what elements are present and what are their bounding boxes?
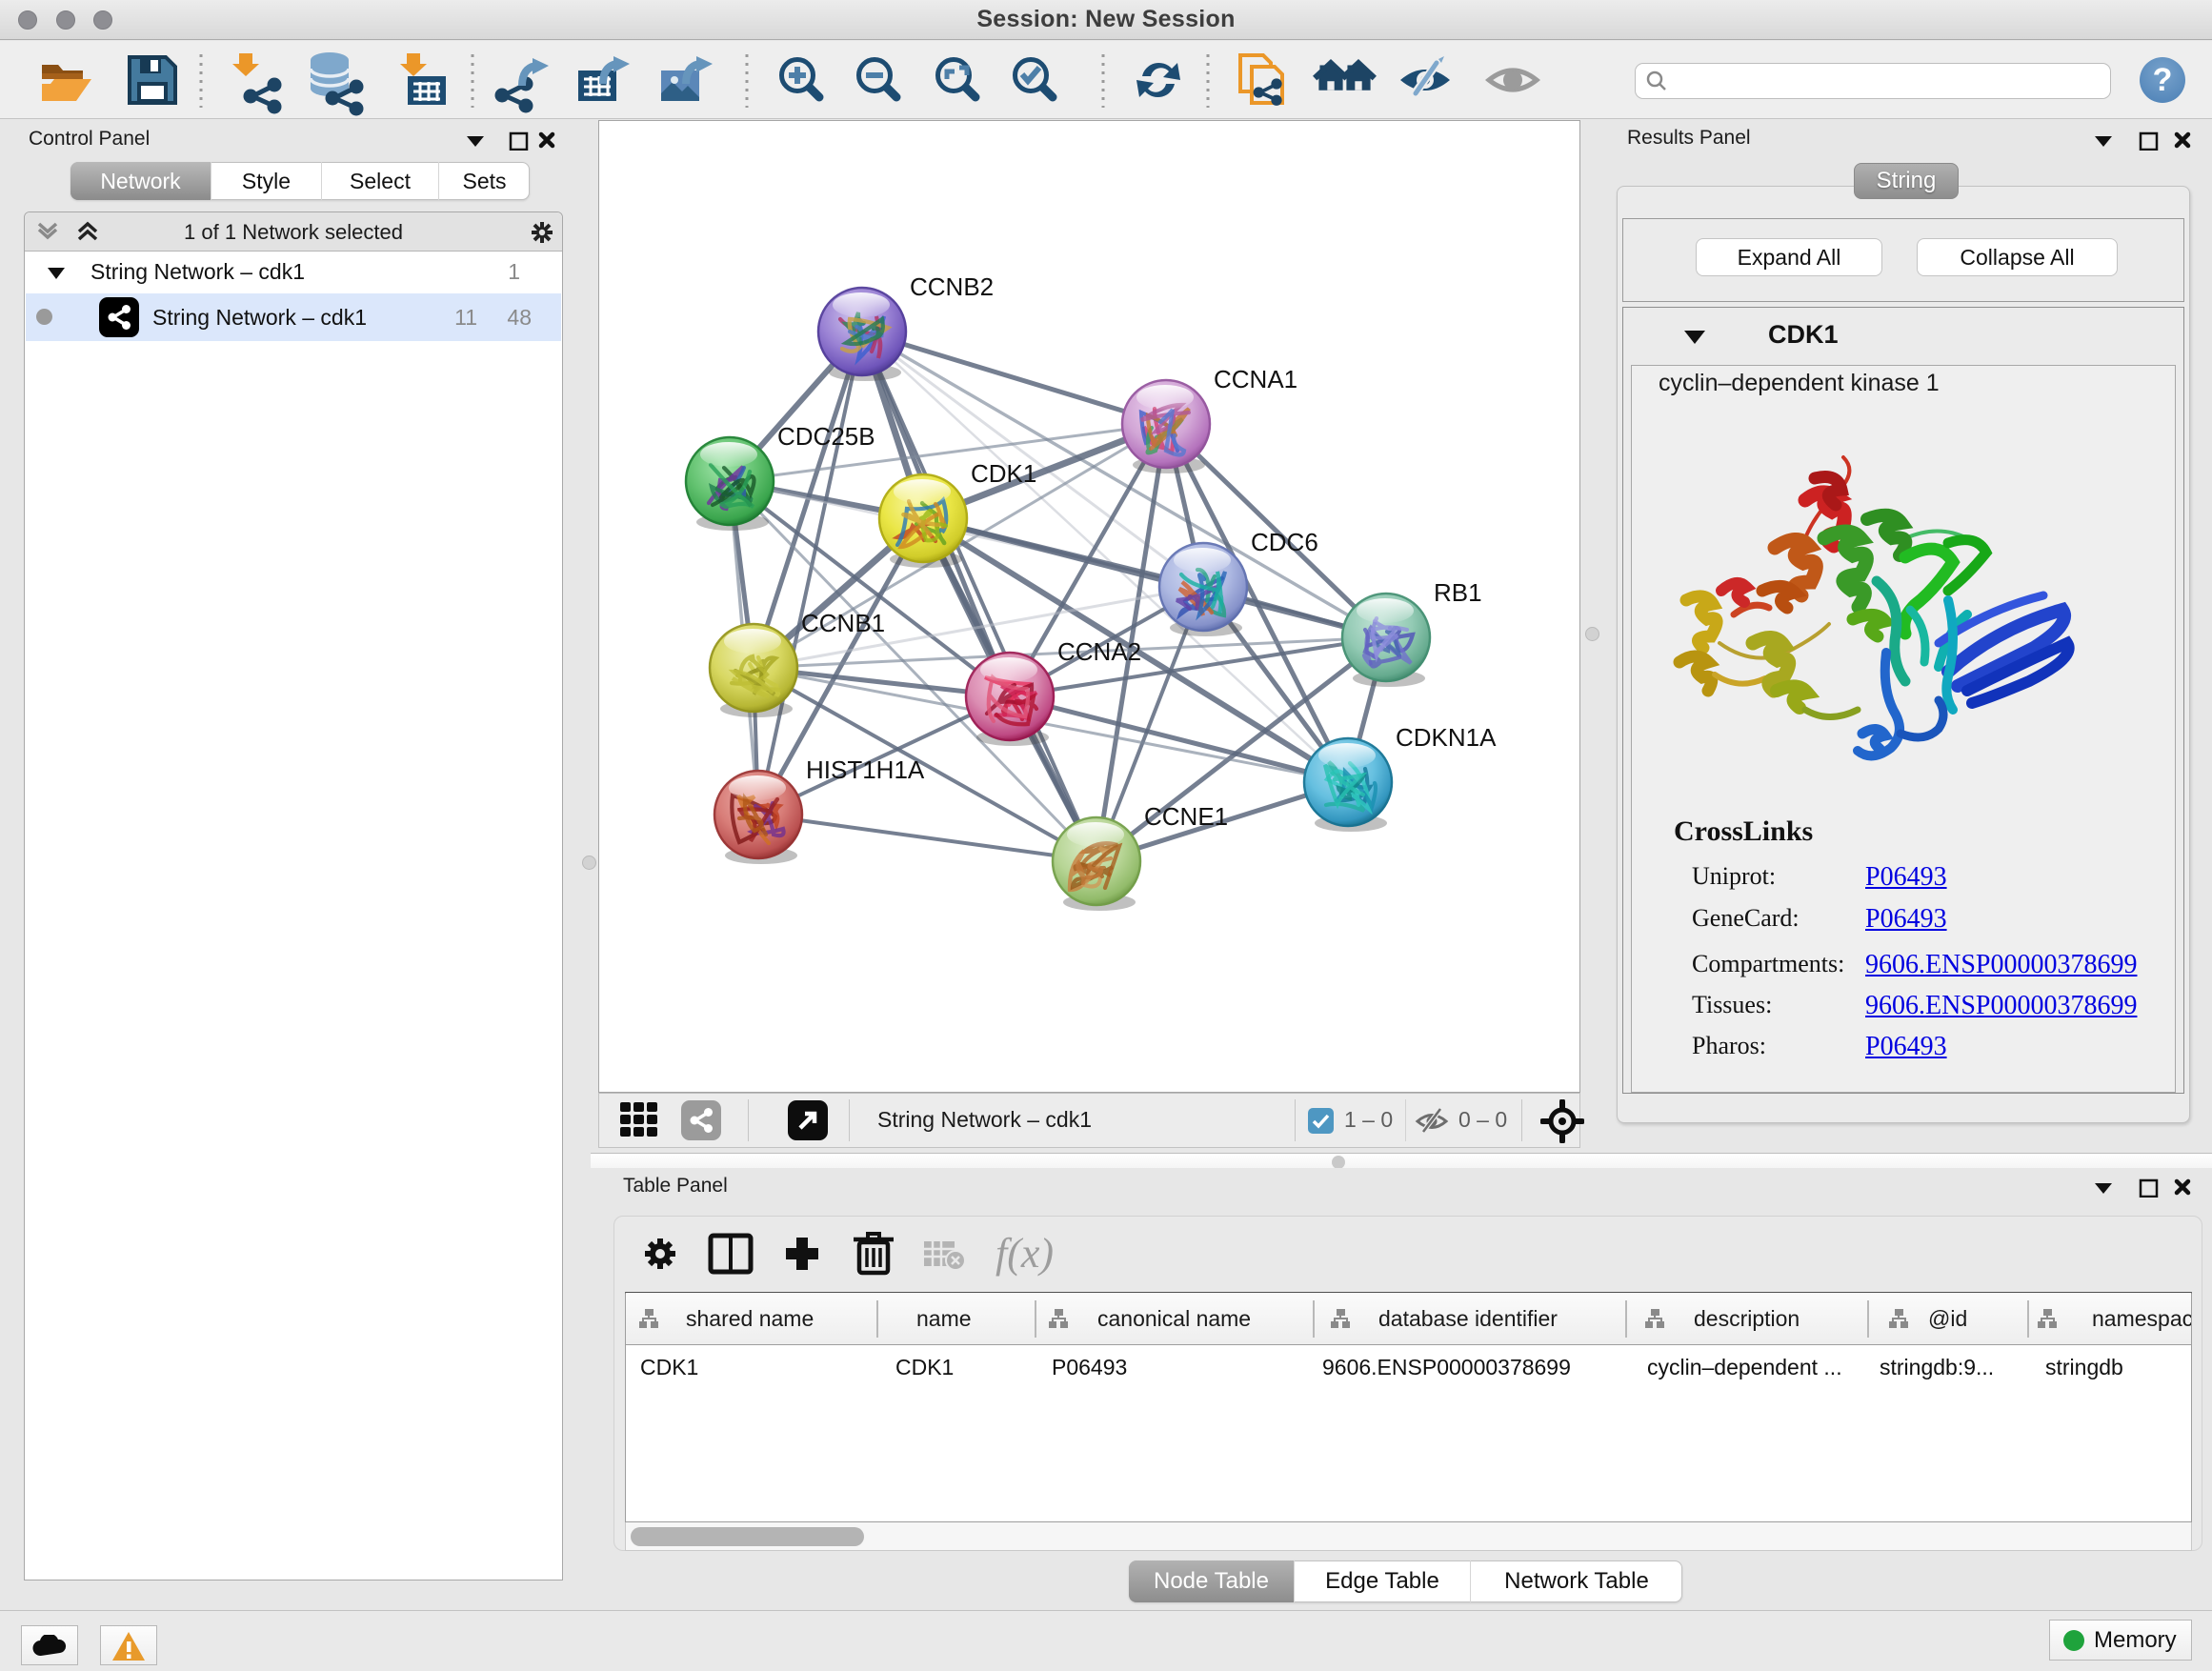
svg-text:CDC6: CDC6	[1251, 528, 1318, 556]
svg-text:name: name	[916, 1306, 972, 1331]
svg-text:CCNA1: CCNA1	[1214, 365, 1297, 393]
svg-text:CDC25B: CDC25B	[777, 422, 875, 451]
svg-text:CCNE1: CCNE1	[1144, 802, 1228, 831]
svg-text:@id: @id	[1928, 1306, 1967, 1331]
svg-text:database identifier: database identifier	[1378, 1306, 1558, 1331]
svg-text:RB1: RB1	[1434, 578, 1482, 607]
svg-text:CDK1: CDK1	[971, 459, 1036, 488]
svg-text:CCNB1: CCNB1	[801, 609, 885, 637]
svg-text:shared name: shared name	[686, 1306, 814, 1331]
svg-text:namespace: namespace	[2092, 1306, 2191, 1331]
svg-text:description: description	[1694, 1306, 1800, 1331]
svg-text:CCNA2: CCNA2	[1057, 637, 1141, 666]
svg-text:HIST1H1A: HIST1H1A	[806, 755, 925, 784]
svg-text:f(x): f(x)	[995, 1230, 1054, 1277]
svg-text:canonical name: canonical name	[1097, 1306, 1251, 1331]
svg-text:CCNB2: CCNB2	[910, 272, 994, 301]
svg-text:CDKN1A: CDKN1A	[1396, 723, 1497, 752]
